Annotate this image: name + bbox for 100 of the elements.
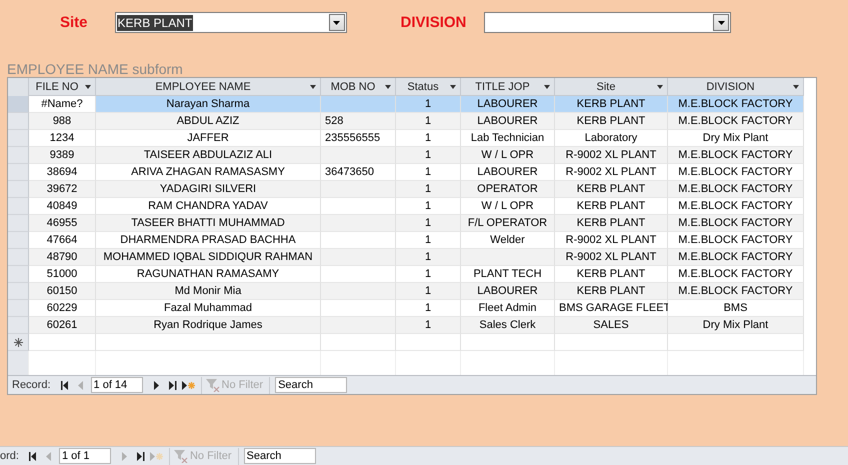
caret-icon [450,85,456,89]
table-cell: 1 [396,215,461,232]
column-header[interactable]: MOB NO [321,78,396,96]
table-cell: M.E.BLOCK FACTORY [668,198,804,215]
table-cell: 528 [321,113,396,130]
filter-combo-box[interactable]: KERB PLANT [114,12,347,33]
caret-icon [718,20,725,24]
table-cell: M.E.BLOCK FACTORY [668,96,804,113]
asterisk-icon [14,338,22,346]
table-cell: 1234 [29,130,96,147]
column-header[interactable]: EMPLOYEE NAME [96,78,321,96]
new-record-cell[interactable] [321,334,396,351]
previous-record-icon [46,452,52,460]
filter-label: DIVISION [400,14,466,31]
table-cell: R-9002 XL PLANT [555,164,668,181]
caret-icon [385,85,391,89]
table-cell: 39672 [29,181,96,198]
caret-icon [657,85,663,89]
table-cell: JAFFER [96,130,321,147]
column-header[interactable]: Site [555,78,668,96]
table-cell: 60150 [29,283,96,300]
table-cell: Md Monir Mia [96,283,321,300]
search-field[interactable]: Search [275,377,348,393]
search-field[interactable]: Search [244,448,316,464]
table-cell: M.E.BLOCK FACTORY [668,113,804,130]
table-cell: M.E.BLOCK FACTORY [668,266,804,283]
new-record-cell[interactable] [555,334,668,351]
dropdown-button[interactable] [713,14,730,31]
table-cell: 46955 [29,215,96,232]
table-cell: TASEER BHATTI MUHAMMAD [96,215,321,232]
record-label: ord: [0,450,20,462]
table-cell: Fleet Admin [461,300,555,317]
select-all-corner[interactable] [8,78,29,96]
caret-icon [333,20,340,24]
table-cell: Dry Mix Plant [668,317,804,334]
table-cell: M.E.BLOCK FACTORY [668,164,804,181]
table-cell: TAISEER ABDULAZIZ ALI [96,147,321,164]
dropdown-button[interactable] [328,14,345,31]
table-cell: 36473650 [321,164,396,181]
new-record-icon [182,380,196,390]
table-cell: Sales Clerk [461,317,555,334]
record-position-field[interactable]: 1 of 14 [90,377,143,393]
table-cell: MOHAMMED IQBAL SIDDIQUR RAHMAN [96,249,321,266]
new-record-button[interactable] [182,378,196,392]
table-cell: Narayan Sharma [96,96,321,113]
table-cell: ARIVA ZHAGAN RAMASASMY [96,164,321,181]
table-cell: R-9002 XL PLANT [555,232,668,249]
row-selector[interactable] [8,334,29,351]
table-cell: LABOURER [461,164,555,181]
table-cell: 1 [396,130,461,147]
table-cell: 47664 [29,232,96,249]
new-record-icon [150,452,164,460]
table-cell: 1 [396,181,461,198]
new-record-cell[interactable] [396,334,461,351]
table-cell: 51000 [29,266,96,283]
combo-value: KERB PLANT [116,14,194,30]
table-cell: 1 [396,249,461,266]
table-cell: 1 [396,317,461,334]
new-record-cell[interactable] [96,334,321,351]
column-header[interactable]: TITLE JOP [461,78,555,96]
next-record-icon [122,452,128,460]
table-cell: W / L OPR [461,147,555,164]
filter-icon [206,378,220,392]
table-cell: 988 [29,113,96,130]
filter-icon [174,450,188,462]
table-cell: 9389 [29,147,96,164]
column-header[interactable]: Status [396,78,461,96]
table-cell: W / L OPR [461,198,555,215]
table-cell: 60261 [29,317,96,334]
table-cell: 1 [396,147,461,164]
new-record-cell[interactable] [29,334,96,351]
table-cell: KERB PLANT [555,181,668,198]
table-cell: LABOURER [461,96,555,113]
table-cell: M.E.BLOCK FACTORY [668,232,804,249]
new-record-cell[interactable] [461,334,555,351]
table-cell: 40849 [29,198,96,215]
table-cell: KERB PLANT [555,96,668,113]
filter-combo-box[interactable] [484,12,732,33]
next-record-icon [154,380,160,390]
column-header[interactable]: DIVISION [668,78,804,96]
table-cell: YADAGIRI SILVERI [96,181,321,198]
table-cell: R-9002 XL PLANT [555,147,668,164]
table-cell: BMS [668,300,804,317]
table-cell: PLANT TECH [461,266,555,283]
record-label: Record: [11,379,52,391]
last-record-icon [168,380,177,390]
table-cell: M.E.BLOCK FACTORY [668,249,804,266]
caret-icon [544,85,550,89]
table-cell: 1 [396,113,461,130]
table-cell: KERB PLANT [555,266,668,283]
table-cell: F/L OPERATOR [461,215,555,232]
table-cell: 38694 [29,164,96,181]
record-position-field[interactable]: 1 of 1 [58,448,111,464]
table-cell: 1 [396,232,461,249]
table-cell: LABOURER [461,283,555,300]
first-record-icon [28,452,37,460]
column-header[interactable]: FILE NO [29,78,96,96]
table-cell: KERB PLANT [555,198,668,215]
table-cell: SALES [555,317,668,334]
new-record-cell[interactable] [668,334,804,351]
